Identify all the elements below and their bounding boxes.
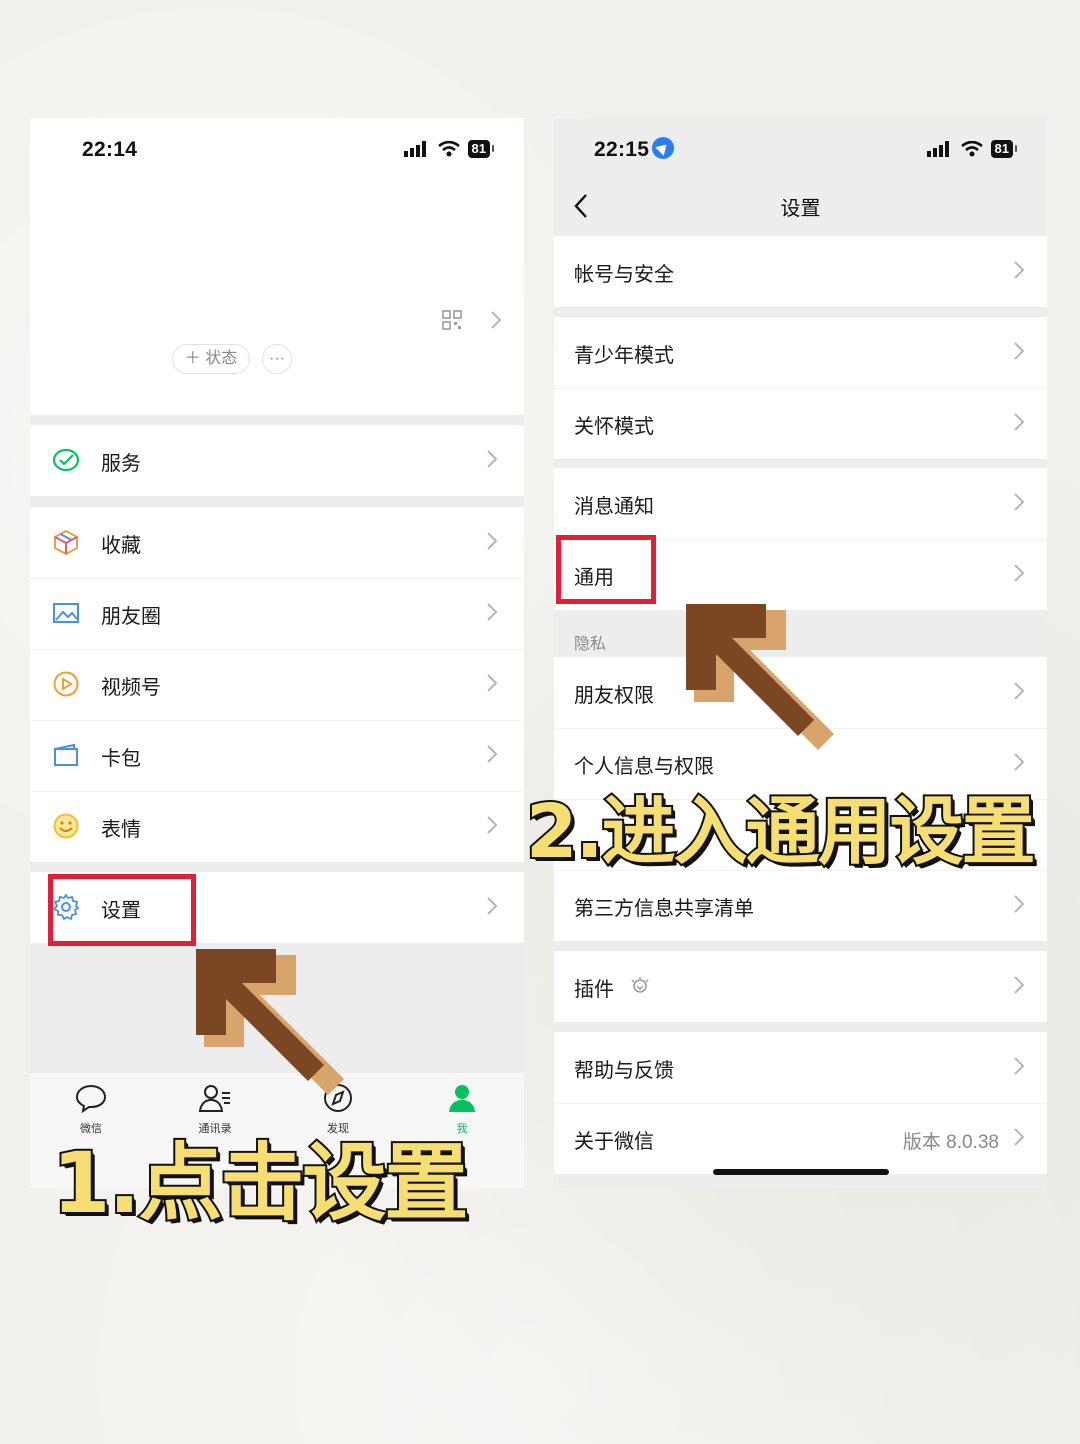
menu-item-card-wallet[interactable]: 卡包 <box>30 720 524 791</box>
moments-image-icon <box>53 603 79 623</box>
chat-bubble-icon <box>75 1084 107 1114</box>
settings-item-youth-mode[interactable]: 青少年模式 <box>554 317 1047 388</box>
modes-group: 青少年模式 关怀模式 <box>554 317 1047 459</box>
item-label: 插件 <box>574 979 614 1001</box>
item-label: 帐号与安全 <box>574 264 674 286</box>
services-group: 服务 <box>30 425 524 496</box>
more-button[interactable]: ··· <box>262 344 292 374</box>
account-group: 帐号与安全 <box>554 236 1047 307</box>
chevron-right-icon <box>1014 261 1025 279</box>
chevron-right-icon <box>487 816 498 834</box>
help-group: 帮助与反馈 关于微信 版本 8.0.38 <box>554 1032 1047 1174</box>
pointer-arrow-left <box>196 949 344 1095</box>
status-icons: 81 <box>403 140 495 158</box>
settings-item-care-mode[interactable]: 关怀模式 <box>554 388 1047 459</box>
chevron-right-icon <box>487 532 498 550</box>
battery-level: 81 <box>990 140 1018 158</box>
step2-caption: 2.进入通用设置 <box>524 787 1038 877</box>
wechat-pay-icon <box>52 448 80 472</box>
menu-label: 朋友圈 <box>101 606 161 628</box>
menu-label: 收藏 <box>101 535 141 557</box>
highlight-general-box <box>556 535 656 604</box>
item-label: 第三方信息共享清单 <box>574 898 754 920</box>
features-group: 收藏 朋友圈 视频号 卡包 表情 <box>30 507 524 862</box>
page-title: 设置 <box>780 198 821 220</box>
settings-item-plugins[interactable]: 插件 <box>554 951 1047 1022</box>
card-wallet-icon <box>54 743 78 766</box>
status-time: 22:14 <box>82 138 138 161</box>
location-arrow-icon <box>652 137 675 160</box>
plugins-group: 插件 <box>554 951 1047 1022</box>
wifi-icon <box>437 141 460 157</box>
favorites-cube-icon <box>54 529 78 556</box>
chevron-right-icon <box>1014 976 1025 994</box>
chevron-right-icon <box>1014 1057 1025 1075</box>
menu-label: 视频号 <box>101 677 161 699</box>
chevron-right-icon <box>1014 682 1025 700</box>
home-indicator <box>713 1169 889 1175</box>
chevron-right-icon <box>1014 493 1025 511</box>
status-bar: 22:15 81 <box>554 118 1047 184</box>
profile-header: 22:14 81 ＋ 状态 ··· <box>30 118 524 415</box>
item-label: 朋友权限 <box>574 685 654 707</box>
chevron-right-icon <box>1014 895 1025 913</box>
chevron-right-icon <box>1014 342 1025 360</box>
status-icons: 81 <box>926 140 1018 158</box>
status-button[interactable]: ＋ 状态 <box>172 344 250 374</box>
chevron-right-icon <box>487 897 498 915</box>
status-bar: 22:14 81 <box>30 118 524 184</box>
menu-label: 表情 <box>101 819 141 841</box>
chevron-right-icon <box>487 450 498 468</box>
menu-item-channels[interactable]: 视频号 <box>30 649 524 720</box>
chevron-right-icon <box>1014 564 1025 582</box>
privacy-section-header: 隐私 <box>574 636 607 653</box>
menu-item-stickers[interactable]: 表情 <box>30 791 524 862</box>
lightbulb-icon <box>631 977 649 993</box>
item-label: 青少年模式 <box>574 345 674 367</box>
wifi-icon <box>960 141 983 157</box>
person-icon <box>449 1085 475 1112</box>
item-label: 关于微信 <box>574 1131 654 1153</box>
profile-chevron-icon <box>491 311 502 329</box>
settings-item-third-party-sharing[interactable]: 第三方信息共享清单 <box>554 870 1047 941</box>
menu-item-services[interactable]: 服务 <box>30 425 524 496</box>
chevron-right-icon <box>487 603 498 621</box>
cellular-signal-icon <box>403 141 426 157</box>
battery-level: 81 <box>467 140 495 158</box>
item-label: 关怀模式 <box>574 416 654 438</box>
pointer-arrow-right <box>686 604 834 750</box>
cellular-signal-icon <box>926 141 949 157</box>
channels-play-icon <box>53 671 79 697</box>
settings-item-help-feedback[interactable]: 帮助与反馈 <box>554 1032 1047 1103</box>
item-label: 消息通知 <box>574 496 654 518</box>
sticker-smile-icon <box>53 813 79 839</box>
menu-label: 服务 <box>101 453 141 475</box>
chevron-right-icon <box>487 674 498 692</box>
nav-bar: 设置 <box>554 180 1047 235</box>
menu-label: 卡包 <box>101 748 141 770</box>
settings-item-about[interactable]: 关于微信 版本 8.0.38 <box>554 1103 1047 1174</box>
qr-code-icon[interactable] <box>442 310 462 330</box>
item-label: 帮助与反馈 <box>574 1060 674 1082</box>
settings-item-account-security[interactable]: 帐号与安全 <box>554 236 1047 307</box>
menu-item-moments[interactable]: 朋友圈 <box>30 578 524 649</box>
chevron-right-icon <box>487 745 498 763</box>
chevron-right-icon <box>1014 413 1025 431</box>
chevron-right-icon <box>1014 1128 1025 1146</box>
version-text: 版本 8.0.38 <box>902 1132 999 1153</box>
status-time: 22:15 <box>594 137 675 162</box>
step1-caption: 1.点击设置 <box>50 1132 470 1234</box>
highlight-settings-box <box>48 874 196 946</box>
menu-item-favorites[interactable]: 收藏 <box>30 507 524 578</box>
settings-item-notifications[interactable]: 消息通知 <box>554 468 1047 539</box>
